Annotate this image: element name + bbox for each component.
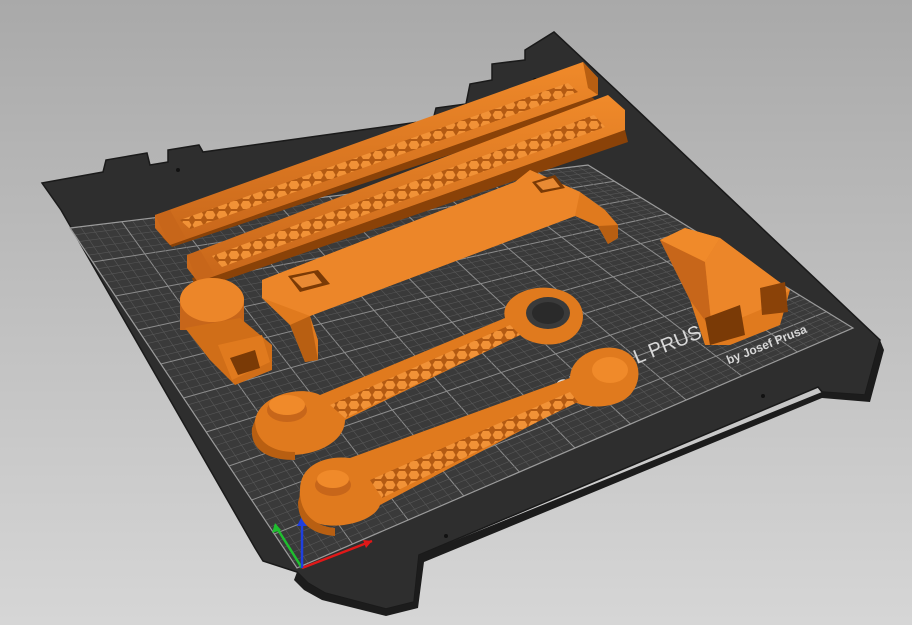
scene-svg[interactable]: ORIGINAL PRUSA by Josef Prusa	[0, 0, 912, 625]
3d-viewport[interactable]: ORIGINAL PRUSA by Josef Prusa	[0, 0, 912, 625]
